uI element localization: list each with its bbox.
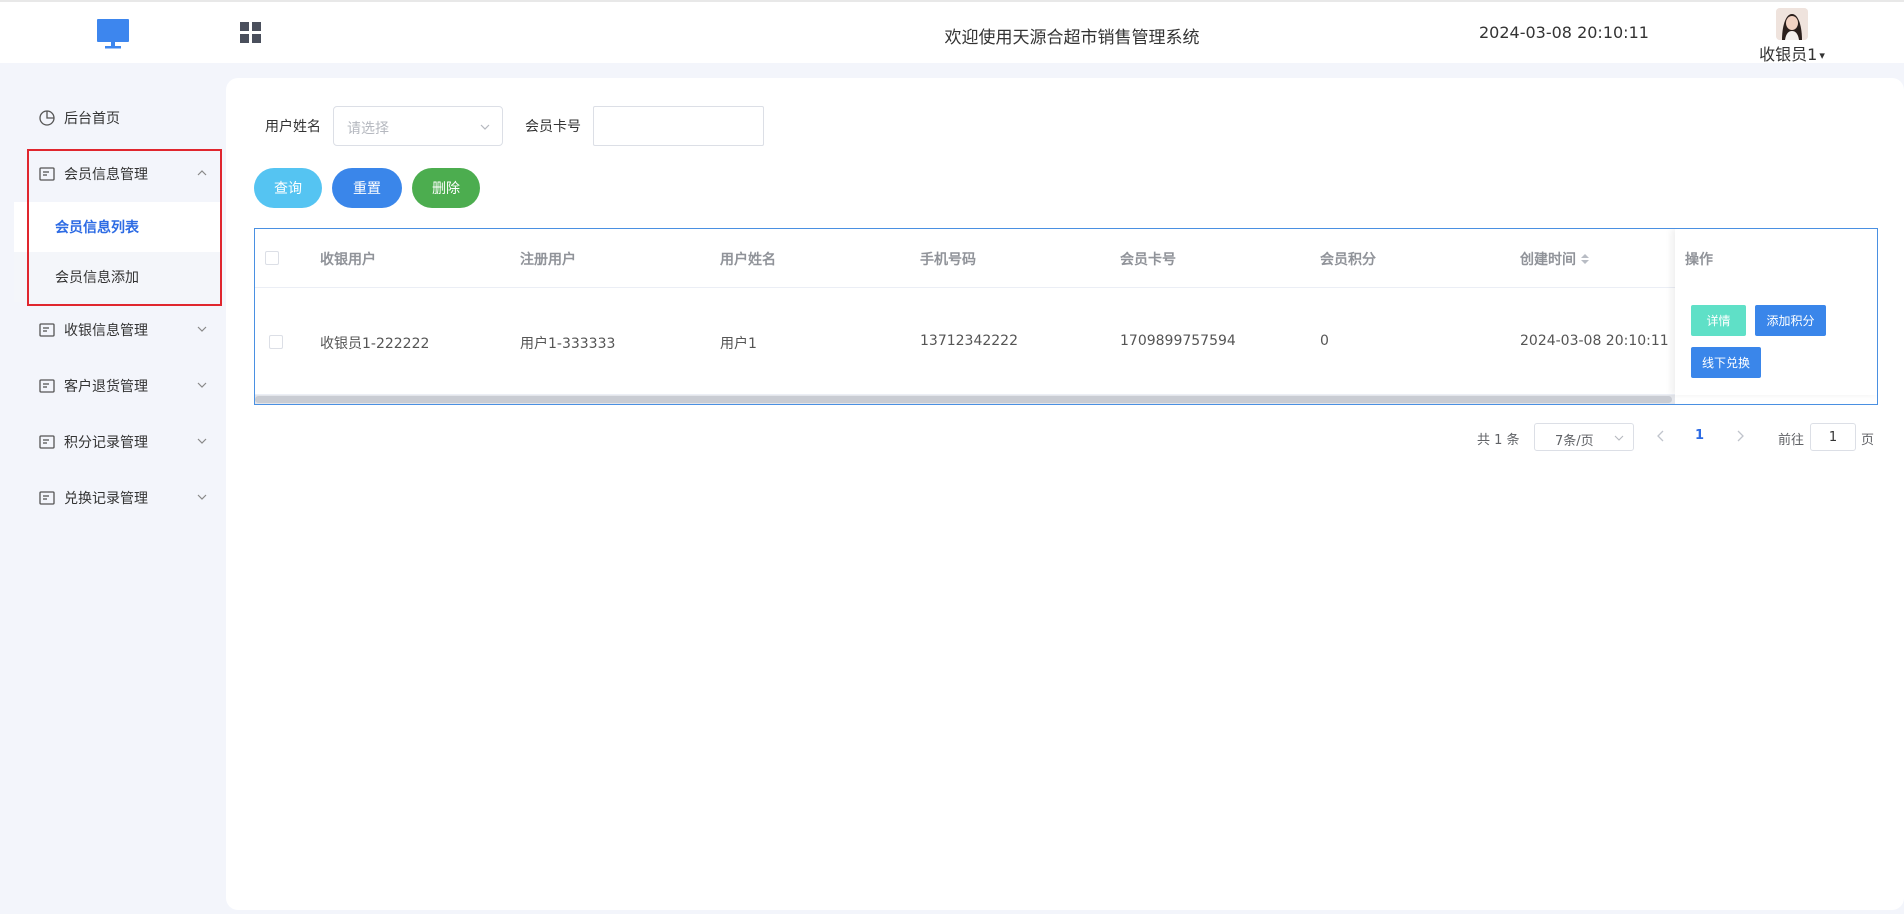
query-button[interactable]: 查询: [254, 168, 322, 208]
chevron-down-icon: [197, 382, 207, 388]
chevron-up-icon: [197, 170, 207, 176]
card-number-input[interactable]: [593, 106, 764, 146]
chevron-down-icon: [480, 124, 490, 130]
pagination-total: 共 1 条: [1477, 433, 1520, 448]
pie-chart-icon: [39, 110, 55, 126]
goto-page-input[interactable]: [1810, 423, 1856, 451]
cell-phone: 13712342222: [920, 333, 1018, 349]
sidebar-item-label: 会员信息管理: [64, 167, 148, 183]
sidebar-item-cashier-management[interactable]: 收银信息管理: [38, 317, 208, 343]
reset-button[interactable]: 重置: [332, 168, 402, 208]
sidebar-subitem-label: 会员信息添加: [55, 270, 139, 286]
document-icon: [39, 435, 55, 449]
column-header-actions: 操作: [1685, 252, 1713, 268]
document-icon: [39, 491, 55, 505]
user-name: 收银员1: [1759, 45, 1818, 64]
sidebar-item-label: 后台首页: [64, 111, 120, 127]
sidebar-item-returns-management[interactable]: 客户退货管理: [38, 373, 208, 399]
member-table: 收银用户 注册用户 用户姓名 手机号码 会员卡号 会员积分 创建时间 收银员1-…: [254, 228, 1878, 405]
sidebar-subitem-member-add[interactable]: 会员信息添加: [14, 252, 220, 302]
column-header: 注册用户: [520, 252, 576, 268]
scrollbar-thumb[interactable]: [255, 396, 1672, 403]
main-panel: [226, 78, 1904, 910]
sort-icon[interactable]: [1580, 252, 1590, 266]
cell-name: 用户1: [720, 336, 757, 352]
avatar-portrait-icon: [1776, 8, 1808, 40]
page-suffix-label: 页: [1861, 433, 1875, 448]
column-header: 收银用户: [320, 252, 376, 268]
avatar: [1776, 8, 1808, 40]
row-checkbox[interactable]: [269, 335, 283, 349]
sidebar-item-home[interactable]: 后台首页: [38, 105, 208, 131]
current-datetime: 2024-03-08 20:10:11: [1479, 23, 1649, 42]
chevron-down-icon: ▾: [1819, 49, 1825, 62]
username-select[interactable]: 请选择: [333, 106, 503, 146]
detail-button[interactable]: 详情: [1691, 305, 1746, 336]
table-header-row: 收银用户 注册用户 用户姓名 手机号码 会员卡号 会员积分 创建时间: [255, 229, 1877, 288]
select-all-checkbox[interactable]: [265, 251, 279, 265]
page-number-current[interactable]: 1: [1695, 428, 1704, 443]
sidebar-item-label: 收银信息管理: [64, 323, 148, 339]
sidebar-subitem-label: 会员信息列表: [55, 220, 139, 236]
next-page-icon[interactable]: [1733, 428, 1747, 444]
document-icon: [39, 167, 55, 181]
monitor-logo-icon: [97, 19, 129, 49]
document-icon: [39, 379, 55, 393]
cell-registered-user: 用户1-333333: [520, 336, 616, 352]
horizontal-scrollbar[interactable]: [255, 395, 1675, 404]
delete-button[interactable]: 删除: [412, 168, 480, 208]
document-icon: [39, 323, 55, 337]
grid-menu-icon[interactable]: [239, 21, 263, 45]
actions-column: 操作 详情 添加积分 线下兑换: [1675, 229, 1877, 395]
page-size-value: 7条/页: [1555, 434, 1594, 449]
offline-exchange-button[interactable]: 线下兑换: [1691, 347, 1761, 378]
sidebar-item-label: 兑换记录管理: [64, 491, 148, 507]
chevron-down-icon: [197, 326, 207, 332]
column-header-label: 创建时间: [1520, 252, 1576, 268]
prev-page-icon[interactable]: [1654, 428, 1668, 444]
table-row: 收银员1-222222 用户1-333333 用户1 13712342222 1…: [255, 289, 1877, 395]
add-points-button[interactable]: 添加积分: [1755, 305, 1826, 336]
sidebar-item-points-records[interactable]: 积分记录管理: [38, 429, 208, 455]
sidebar-item-label: 积分记录管理: [64, 435, 148, 451]
column-header: 手机号码: [920, 252, 976, 268]
user-menu[interactable]: 收银员1 ▾: [1752, 8, 1832, 64]
column-header: 会员积分: [1320, 252, 1376, 268]
cell-card-number: 1709899757594: [1120, 333, 1236, 349]
chevron-down-icon: [197, 438, 207, 444]
cell-created-at: 2024-03-08 20:10:11: [1520, 333, 1669, 349]
top-bar: 欢迎使用天源合超市销售管理系统 2024-03-08 20:10:11 收银员1…: [0, 0, 1904, 64]
chevron-down-icon: [197, 494, 207, 500]
cell-cashier: 收银员1-222222: [320, 336, 430, 352]
column-header-created-at[interactable]: 创建时间: [1520, 249, 1590, 269]
goto-label: 前往: [1778, 433, 1805, 448]
page-size-select[interactable]: 7条/页: [1534, 423, 1634, 451]
username-filter-label: 用户姓名: [265, 119, 321, 135]
cell-points: 0: [1320, 333, 1329, 349]
sidebar-subitem-member-list[interactable]: 会员信息列表: [14, 202, 220, 252]
chevron-down-icon: [1614, 435, 1624, 441]
username-select-placeholder: 请选择: [347, 121, 389, 137]
sidebar-item-member-management[interactable]: 会员信息管理: [38, 161, 208, 187]
card-filter-label: 会员卡号: [525, 119, 581, 135]
column-header: 用户姓名: [720, 252, 776, 268]
column-header: 会员卡号: [1120, 252, 1176, 268]
sidebar-item-label: 客户退货管理: [64, 379, 148, 395]
sidebar-item-exchange-records[interactable]: 兑换记录管理: [38, 485, 208, 511]
